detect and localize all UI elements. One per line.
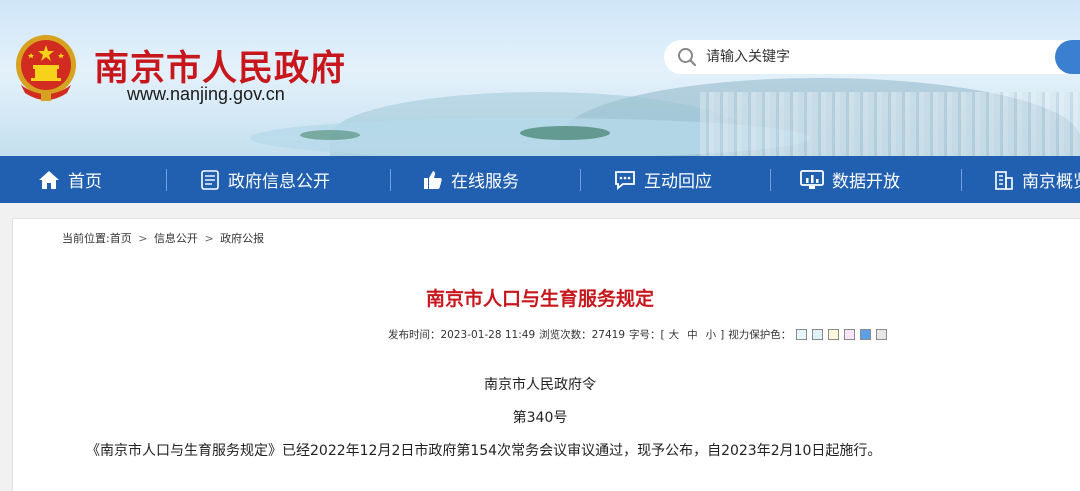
breadcrumb-separator: > — [138, 232, 148, 245]
order-title: 南京市人民政府令 — [484, 377, 596, 393]
eye-color-swatch-blue[interactable] — [860, 329, 872, 340]
thumbs-up-icon — [424, 170, 442, 189]
eye-protect-label: 视力保护色： — [728, 329, 792, 341]
nav-item-open-data[interactable]: 数据开放 — [800, 156, 900, 203]
nav-item-label: 首页 — [68, 172, 102, 192]
article-title: 南京市人口与生育服务规定 — [425, 288, 654, 310]
breadcrumb-link-gazette[interactable]: 政府公报 — [220, 232, 264, 245]
order-number: 第340号 — [512, 410, 568, 426]
bracket: [ — [660, 328, 665, 341]
eye-color-swatch-cyan[interactable] — [796, 329, 808, 340]
views-label: 浏览次数： — [539, 329, 592, 341]
nav-item-online-service[interactable]: 在线服务 — [423, 156, 519, 203]
monitor-chart-icon — [800, 169, 824, 189]
content-gutter — [0, 203, 1080, 218]
article-meta: 发布时间： 2023-01-28 11:49 浏览次数： 27419 字号： [… — [388, 327, 888, 342]
nav-divider — [961, 169, 962, 191]
search-input[interactable] — [706, 47, 1046, 67]
banner-cityscape — [700, 92, 1080, 156]
nav-divider — [166, 169, 167, 191]
chat-icon — [615, 170, 635, 190]
font-size-large[interactable]: 大 — [669, 327, 680, 342]
font-size-label: 字号： — [629, 329, 661, 341]
nav-divider — [390, 169, 391, 191]
font-size-small[interactable]: 小 — [706, 327, 717, 342]
views-count: 27419 — [591, 328, 626, 341]
eye-color-swatch-pink[interactable] — [844, 329, 856, 340]
page: 南京市人民政府 www.nanjing.gov.cn 首页 — [0, 0, 1080, 491]
publish-label: 发布时间： — [388, 329, 441, 341]
nav-item-overview[interactable]: 南京概览 — [994, 156, 1080, 203]
publish-time: 2023-01-28 11:49 — [440, 328, 536, 341]
site-url[interactable]: www.nanjing.gov.cn — [127, 84, 285, 105]
font-size-medium[interactable]: 中 — [687, 327, 698, 342]
nav-divider — [770, 169, 771, 191]
breadcrumb-link-info[interactable]: 信息公开 — [154, 232, 198, 245]
content-gutter — [0, 203, 12, 491]
banner-island — [300, 130, 360, 140]
eye-color-swatch-gray[interactable] — [876, 329, 888, 340]
main-nav: 首页 政府信息公开 在线服务 互动回应 数据开放 南京概 — [0, 156, 1080, 203]
header-banner: 南京市人民政府 www.nanjing.gov.cn — [0, 0, 1080, 156]
search-box — [664, 40, 1080, 74]
bracket: ] — [720, 328, 725, 341]
nav-item-interaction[interactable]: 互动回应 — [614, 156, 712, 203]
nav-divider — [580, 169, 581, 191]
breadcrumb-prefix: 当前位置: — [62, 232, 110, 245]
nav-item-home[interactable]: 首页 — [38, 156, 102, 203]
breadcrumb: 当前位置:首页 > 信息公开 > 政府公报 — [62, 230, 264, 246]
search-icon — [678, 48, 697, 67]
nav-item-label: 互动回应 — [644, 172, 712, 192]
article-body: 《南京市人口与生育服务规定》已经2022年12月2日市政府第154次常务会议审议… — [86, 443, 882, 459]
national-emblem-icon — [16, 35, 76, 101]
breadcrumb-link-home[interactable]: 首页 — [110, 232, 132, 245]
building-icon — [995, 170, 1013, 190]
nav-item-label: 政府信息公开 — [228, 172, 330, 192]
nav-item-label: 南京概览 — [1022, 172, 1080, 192]
home-icon — [39, 170, 59, 189]
nav-item-label: 数据开放 — [832, 172, 900, 192]
breadcrumb-separator: > — [204, 232, 214, 245]
nav-item-label: 在线服务 — [451, 172, 519, 192]
nav-item-gov-info[interactable]: 政府信息公开 — [200, 156, 330, 203]
eye-color-swatch-yellow[interactable] — [828, 329, 840, 340]
banner-island — [520, 126, 610, 140]
document-icon — [201, 169, 219, 190]
eye-color-swatch-lightblue[interactable] — [812, 329, 824, 340]
